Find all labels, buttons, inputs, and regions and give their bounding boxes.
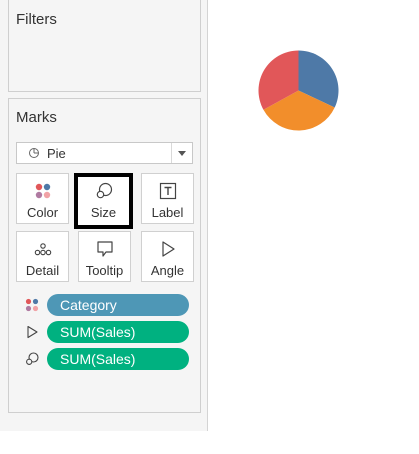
- size-circles-icon: [96, 182, 112, 199]
- pie-icon: [29, 148, 39, 158]
- detail-label: Detail: [25, 263, 60, 278]
- category-field-pill[interactable]: Category: [47, 294, 189, 316]
- angle-icon: [27, 325, 38, 339]
- mark-type-dropdown[interactable]: Pie: [16, 142, 193, 164]
- label-label: Label: [151, 205, 184, 220]
- tooltip-button[interactable]: Tooltip: [78, 231, 131, 282]
- tooltip-bubble-icon: [96, 241, 113, 257]
- detail-dots-icon: [34, 243, 51, 256]
- sidebar: Filters Marks Pie Color Size Label Detai…: [0, 0, 208, 431]
- marks-card: Marks Pie Color Size Label Detail Toolti…: [8, 98, 201, 413]
- field-row-angle: SUM(Sales): [9, 321, 202, 343]
- color-button[interactable]: Color: [16, 173, 69, 224]
- sum-sales-size-pill[interactable]: SUM(Sales): [47, 348, 189, 370]
- field-row-size: SUM(Sales): [9, 348, 202, 370]
- field-row-color: Category: [9, 294, 202, 316]
- size-label: Size: [90, 205, 117, 220]
- size-button[interactable]: Size: [74, 173, 133, 229]
- text-label-icon: [159, 182, 176, 200]
- dropdown-toggle[interactable]: [171, 143, 192, 163]
- angle-icon: [161, 241, 175, 257]
- size-circles-icon: [26, 352, 39, 365]
- detail-button[interactable]: Detail: [16, 231, 69, 282]
- pie-chart: [258, 50, 339, 131]
- angle-label: Angle: [150, 263, 185, 278]
- color-dots-icon: [25, 298, 39, 312]
- filters-shelf[interactable]: Filters: [8, 0, 201, 92]
- color-dots-icon: [35, 183, 50, 199]
- angle-button[interactable]: Angle: [141, 231, 194, 282]
- color-label: Color: [26, 205, 59, 220]
- filters-title: Filters: [16, 11, 57, 28]
- chevron-down-icon: [178, 151, 186, 156]
- sum-sales-angle-pill[interactable]: SUM(Sales): [47, 321, 189, 343]
- label-button[interactable]: Label: [141, 173, 194, 224]
- tooltip-label: Tooltip: [85, 263, 124, 278]
- mark-type-label: Pie: [47, 146, 66, 161]
- marks-title: Marks: [16, 109, 57, 126]
